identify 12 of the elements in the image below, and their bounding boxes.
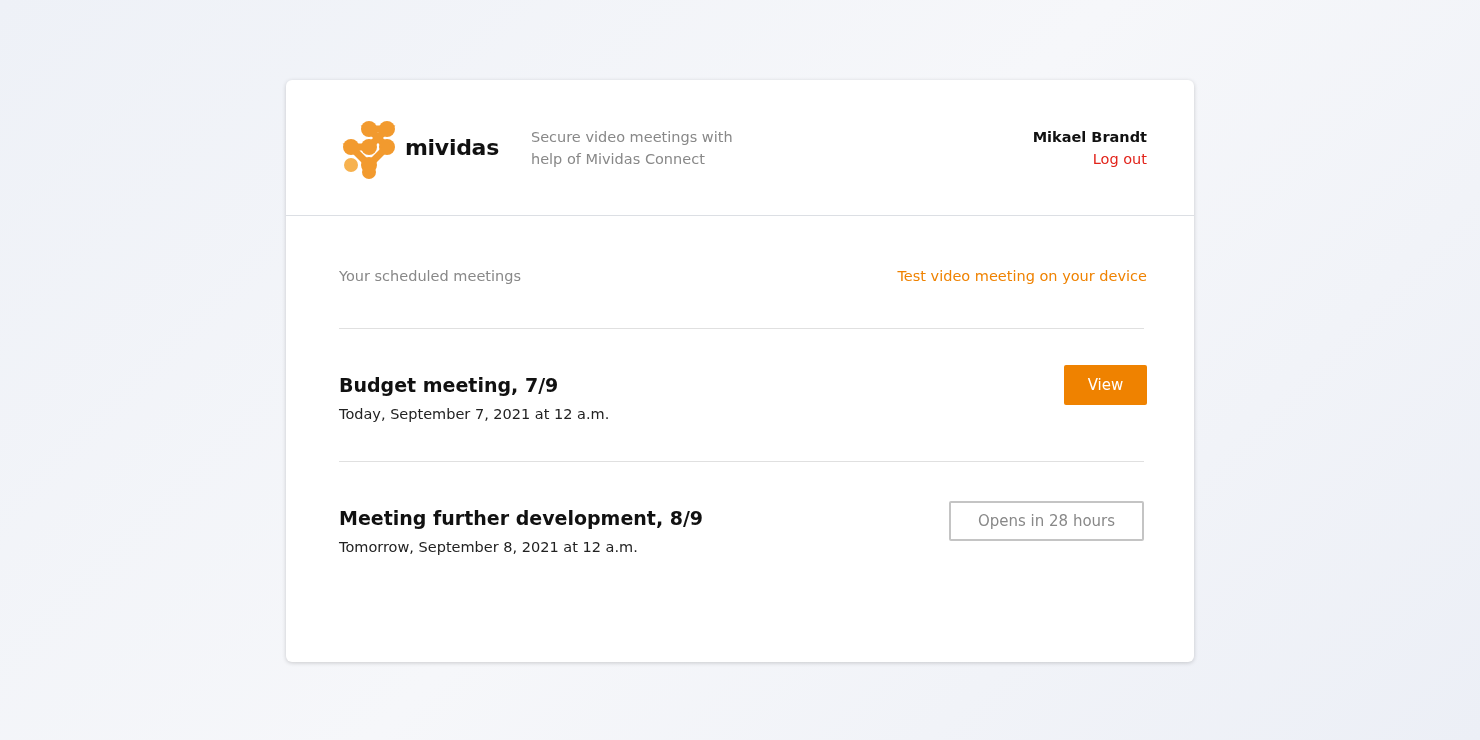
logout-link[interactable]: Log out (1092, 147, 1147, 170)
view-button[interactable]: View (1064, 365, 1147, 405)
user-name: Mikael Brandt (1032, 127, 1147, 147)
meeting-title: Meeting further development, 8/9 (339, 507, 704, 529)
section-title: Your scheduled meetings (339, 268, 521, 284)
meeting-time: Today, September 7, 2021 at 12 a.m. (339, 406, 610, 422)
meeting-time: Tomorrow, September 8, 2021 at 12 a.m. (339, 539, 639, 555)
logo-text: mividas (405, 135, 499, 160)
meeting-title: Budget meeting, 7/9 (339, 374, 560, 396)
tagline: Secure video meetings with help of Mividas Connect (530, 127, 734, 169)
test-link[interactable]: Test video meeting on your device (897, 268, 1147, 284)
opens-button: Opens in 28 hours (949, 500, 1144, 541)
